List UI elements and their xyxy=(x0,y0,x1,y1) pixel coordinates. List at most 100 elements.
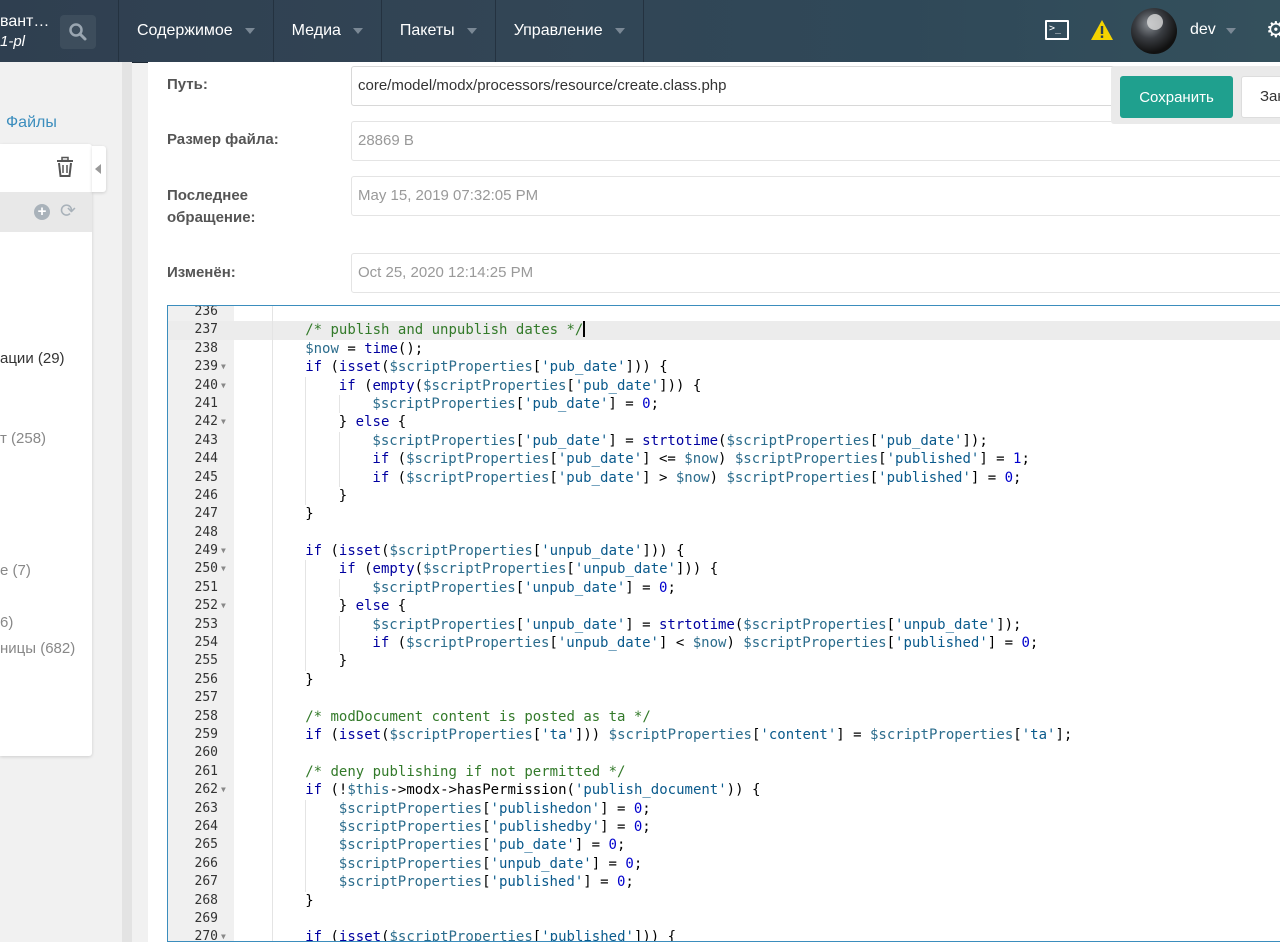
fold-arrow-icon[interactable]: ▼ xyxy=(221,413,226,431)
code-text: if ($scriptProperties['unpub_date'] < $n… xyxy=(372,635,1039,652)
code-line[interactable]: 250 ▼ if (empty($scriptProperties['unpub_d… xyxy=(168,560,1280,579)
code-line[interactable]: 259 if (isset($scriptProperties['ta'])) $… xyxy=(168,725,1280,745)
code-line[interactable]: 268} xyxy=(168,891,1280,910)
nav-content[interactable]: Содержимое xyxy=(118,0,273,62)
code-line[interactable]: 260 xyxy=(168,744,1280,763)
fold-arrow-icon[interactable]: ▼ xyxy=(221,377,226,395)
code-line[interactable]: 264 $scriptProperties['publishedby'] = 0; xyxy=(168,817,1280,837)
indent-guide xyxy=(271,358,273,377)
code-line[interactable]: 246} xyxy=(168,486,1280,506)
trash-icon[interactable] xyxy=(54,156,76,178)
accessed-label: Последнее обращение: xyxy=(167,185,256,229)
avatar[interactable] xyxy=(1131,8,1177,54)
code-line[interactable]: 265 $scriptProperties['pub_date'] = 0; xyxy=(168,836,1280,855)
close-button[interactable]: Зак xyxy=(1241,76,1280,118)
code-line[interactable]: 270 ▼ if (isset($scriptProperties['publish… xyxy=(168,928,1280,942)
indent-guide xyxy=(338,578,340,598)
code-line[interactable]: 251 $scriptProperties['unpub_date'] = 0; xyxy=(168,578,1280,598)
code-line[interactable]: 254 if ($scriptProperties['unpub_date'] <… xyxy=(168,634,1280,653)
code-line[interactable]: 236 xyxy=(168,305,1280,322)
line-number: 259 xyxy=(194,726,218,742)
panel-divider[interactable] xyxy=(122,62,132,942)
code-text: } xyxy=(338,487,348,504)
code-line[interactable]: 247} xyxy=(168,505,1280,524)
line-number: 236 xyxy=(194,305,218,319)
code-line[interactable]: 248 xyxy=(168,523,1280,543)
refresh-icon[interactable]: ⟳ xyxy=(60,200,76,223)
fold-arrow-icon[interactable]: ▼ xyxy=(221,358,226,376)
code-line[interactable]: 253 $scriptProperties['unpub_date'] = str… xyxy=(168,615,1280,635)
code-line[interactable]: 237 /* publish and unpublish dates */ xyxy=(168,321,1280,340)
code-text: if (empty($scriptProperties['pub_date'])… xyxy=(338,377,702,394)
fold-arrow-icon[interactable]: ▼ xyxy=(221,597,226,615)
nav-media-label: Медиа xyxy=(291,22,341,39)
tree-item[interactable]: ации (29) xyxy=(0,350,65,367)
tab-files[interactable]: Файлы xyxy=(6,114,57,132)
indent-guide xyxy=(271,744,273,763)
code-text: /* deny publishing if not permitted */ xyxy=(305,763,626,780)
code-line[interactable]: 269 xyxy=(168,909,1280,929)
tree-item[interactable]: т (258) xyxy=(0,430,46,447)
code-line[interactable]: 240 ▼ if (empty($scriptProperties['pub_dat… xyxy=(168,376,1280,395)
code-line[interactable]: 238 $now = time(); xyxy=(168,339,1280,359)
code-line[interactable]: 239 ▼ if (isset($scriptProperties['pub_dat… xyxy=(168,358,1280,377)
indent-guide xyxy=(305,817,307,837)
code-line[interactable]: 257 xyxy=(168,689,1280,708)
fold-arrow-icon[interactable]: ▼ xyxy=(221,928,226,941)
indent-guide xyxy=(305,799,307,818)
modified-label: Изменён: xyxy=(167,264,236,281)
warning-icon[interactable] xyxy=(1090,19,1114,41)
text-cursor xyxy=(583,321,586,338)
search-button[interactable] xyxy=(60,15,96,49)
code-editor[interactable]: 236 237/* publish and unpublish dates */2… xyxy=(167,305,1280,942)
code-text: } xyxy=(305,506,314,523)
code-line[interactable]: 242 ▼} else { xyxy=(168,413,1280,432)
collapse-panel-button[interactable] xyxy=(92,146,106,192)
line-number: 261 xyxy=(194,763,218,779)
code-line[interactable]: 245 if ($scriptProperties['pub_date'] > $… xyxy=(168,468,1280,487)
chevron-down-icon[interactable] xyxy=(1226,28,1236,34)
tree-item[interactable]: 6) xyxy=(0,614,13,631)
indent-guide xyxy=(271,854,273,874)
code-line[interactable]: 267 $scriptProperties['published'] = 0; xyxy=(168,873,1280,892)
code-line[interactable]: 261 /* deny publishing if not permitted *… xyxy=(168,762,1280,782)
indent-guide xyxy=(271,306,273,322)
code-text: if (isset($scriptProperties['published']… xyxy=(305,929,677,942)
tree-item[interactable]: е (7) xyxy=(0,562,31,579)
save-button[interactable]: Сохранить xyxy=(1120,76,1233,118)
fold-arrow-icon[interactable]: ▼ xyxy=(221,542,226,560)
terminal-icon[interactable]: >_ xyxy=(1045,20,1069,40)
line-number: 264 xyxy=(194,818,218,834)
code-line[interactable]: 262 ▼ if (!$this->modx->hasPermission('pub… xyxy=(168,781,1280,800)
indent-guide xyxy=(338,468,340,487)
code-line[interactable]: 249 ▼ if (isset($scriptProperties['unpub_d… xyxy=(168,542,1280,561)
indent-guide xyxy=(305,597,307,616)
code-line[interactable]: 255} xyxy=(168,652,1280,671)
user-name[interactable]: dev xyxy=(1190,21,1216,39)
top-bar: вант… 1-pl Содержимое Медиа Пакеты Управ… xyxy=(0,0,1280,63)
indent-guide xyxy=(271,523,273,543)
nav-media[interactable]: Медиа xyxy=(272,0,381,62)
code-line[interactable]: 258 /* modDocument content is posted as t… xyxy=(168,707,1280,726)
indent-guide xyxy=(305,854,307,874)
add-icon[interactable]: + xyxy=(34,204,50,220)
code-line[interactable]: 244 if ($scriptProperties['pub_date'] <= … xyxy=(168,450,1280,469)
code-line[interactable]: 241 $scriptProperties['pub_date'] = 0; xyxy=(168,394,1280,414)
fold-arrow-icon[interactable]: ▼ xyxy=(221,781,226,799)
gear-icon[interactable]: ⚙ xyxy=(1266,18,1280,42)
resource-tree-card: + ⟳ ации (29) т (258) е (7) 6) ницы (682… xyxy=(0,144,92,756)
site-name: вант… xyxy=(0,13,50,30)
nav-manage[interactable]: Управление xyxy=(494,0,644,62)
code-line[interactable]: 243 $scriptProperties['pub_date'] = strto… xyxy=(168,431,1280,451)
code-line[interactable]: 263 $scriptProperties['publishedon'] = 0; xyxy=(168,799,1280,818)
code-line[interactable]: 256} xyxy=(168,670,1280,690)
indent-guide xyxy=(338,615,340,635)
site-title[interactable]: вант… 1-pl xyxy=(0,12,49,52)
fold-arrow-icon[interactable]: ▼ xyxy=(221,560,226,578)
nav-packages[interactable]: Пакеты xyxy=(380,0,495,62)
code-line[interactable]: 266 $scriptProperties['unpub_date'] = 0; xyxy=(168,854,1280,874)
tree-item[interactable]: ницы (682) xyxy=(0,640,75,657)
code-text: } else { xyxy=(338,598,407,615)
indent-guide xyxy=(271,762,273,782)
code-line[interactable]: 252 ▼} else { xyxy=(168,597,1280,616)
